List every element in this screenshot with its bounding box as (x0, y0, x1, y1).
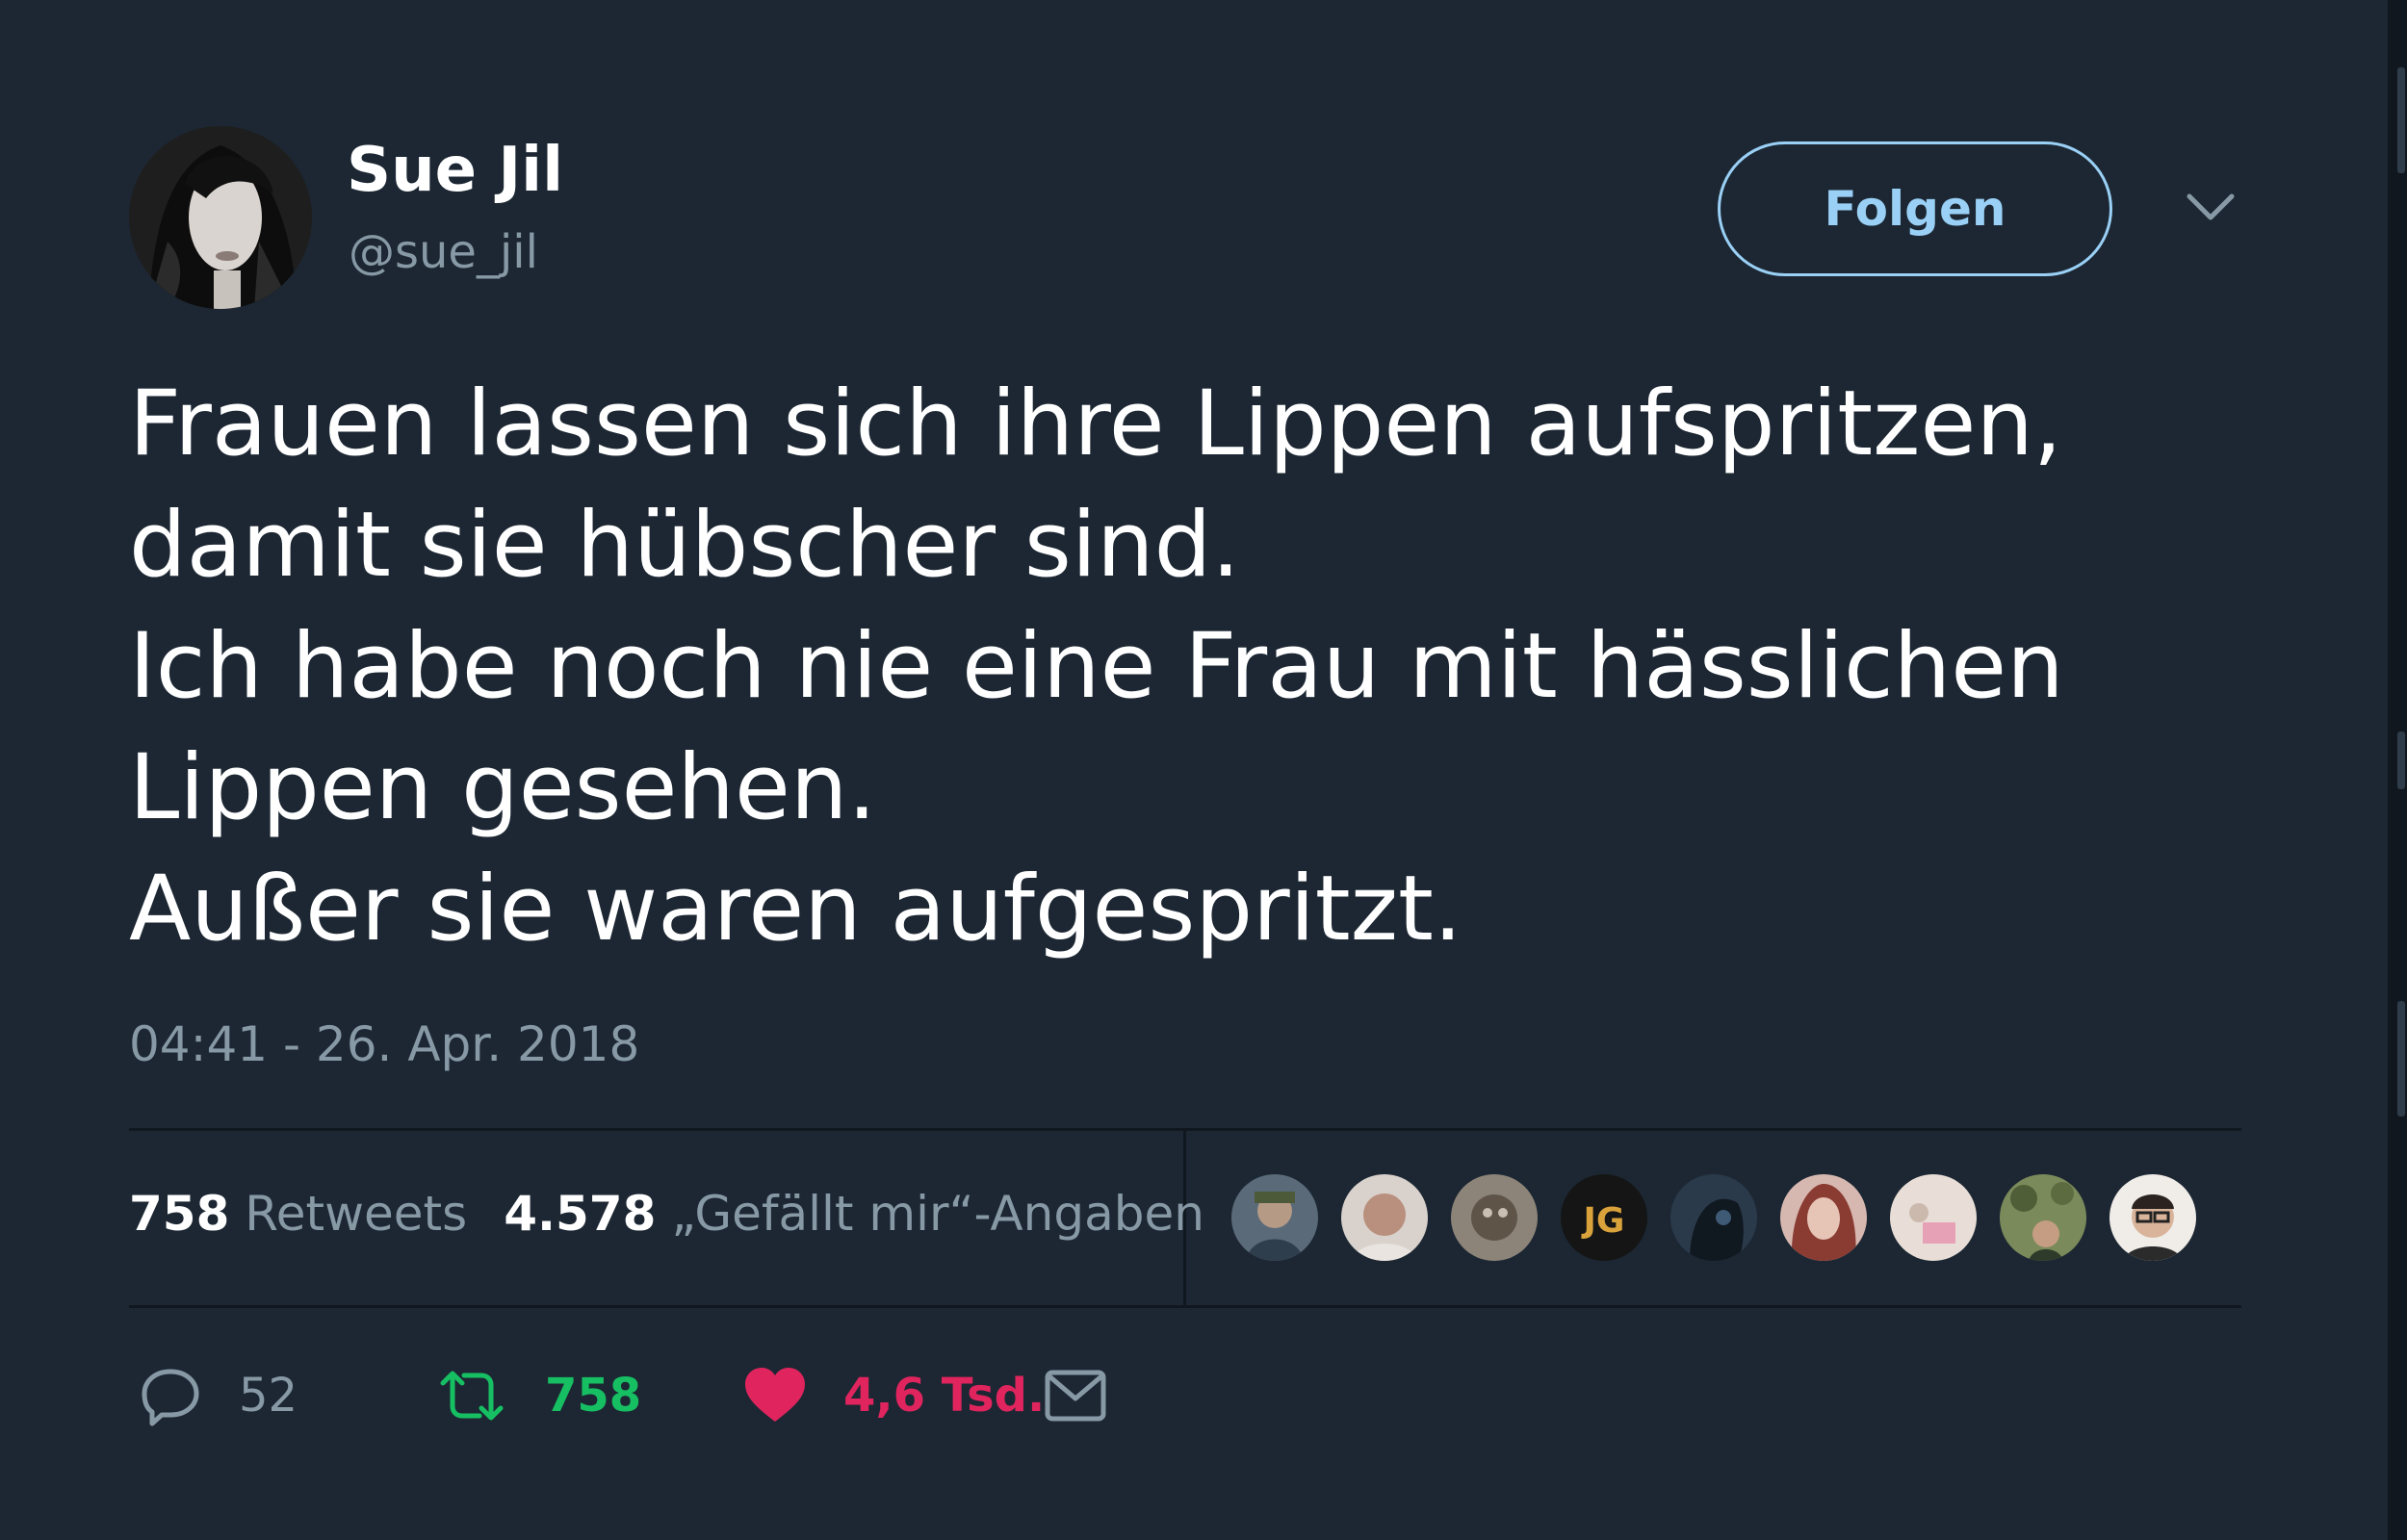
liker-avatar[interactable] (1229, 1171, 1321, 1264)
envelope-icon (1044, 1368, 1107, 1424)
direct-message-button[interactable] (1044, 1357, 1107, 1434)
tweet-text-line: Ich habe noch nie eine Frau mit hässlich… (129, 614, 2064, 719)
author-avatar[interactable] (129, 126, 312, 309)
likes-stat[interactable]: 4.578 „Gefällt mir“-Angaben (504, 1186, 1204, 1242)
liker-avatar[interactable] (1668, 1171, 1760, 1264)
author-display-name[interactable]: Sue Jil (347, 135, 563, 206)
liker-avatar[interactable] (1887, 1171, 1980, 1264)
liker-avatars: JG (1229, 1171, 2216, 1266)
liker-avatar[interactable] (1448, 1171, 1540, 1264)
reply-button[interactable]: 52 (139, 1357, 298, 1434)
divider (129, 1305, 2241, 1308)
retweets-label: Retweets (245, 1186, 468, 1242)
tweet-text-line: damit sie hübscher sind. (129, 493, 1241, 598)
likes-count: 4.578 (504, 1186, 657, 1242)
retweet-icon (435, 1364, 508, 1427)
retweet-count: 758 (545, 1369, 642, 1423)
like-button[interactable]: 4,6 Tsd. (743, 1357, 1045, 1434)
heart-icon (743, 1366, 807, 1425)
retweets-count: 758 (129, 1186, 230, 1242)
liker-avatar[interactable]: JG (1558, 1171, 1650, 1264)
author-handle[interactable]: @sue_jil (349, 225, 538, 279)
retweets-stat[interactable]: 758 Retweets (129, 1186, 467, 1242)
tweet-text-line: Frauen lassen sich ihre Lippen aufspritz… (129, 372, 2062, 476)
chevron-down-icon[interactable] (2184, 189, 2238, 227)
liker-avatar[interactable] (1997, 1171, 2089, 1264)
liker-avatar[interactable] (1777, 1171, 1870, 1264)
reply-count: 52 (239, 1369, 298, 1423)
tweet-text: Frauen lassen sich ihre Lippen aufspritz… (129, 364, 2295, 970)
liker-avatar[interactable] (2107, 1171, 2199, 1264)
likes-label: „Gefällt mir“-Angaben (671, 1186, 1204, 1242)
tweet-card: Sue Jil @sue_jil Folgen Frauen lassen si… (0, 0, 2394, 1540)
like-count: 4,6 Tsd. (843, 1369, 1046, 1423)
page: Sue Jil @sue_jil Folgen Frauen lassen si… (0, 0, 2407, 1540)
svg-text:JG: JG (1581, 1201, 1625, 1241)
follow-button[interactable]: Folgen (1718, 141, 2112, 276)
tweet-text-line: Lippen gesehen. (129, 735, 877, 840)
tweet-timestamp[interactable]: 04:41 - 26. Apr. 2018 (129, 1016, 639, 1072)
reply-icon (139, 1364, 202, 1427)
tweet-text-line: Außer sie waren aufgespritzt. (129, 857, 1462, 962)
tweet-stats: 758 Retweets 4.578 „Gefällt mir“-Angaben (129, 1186, 1204, 1242)
background-timeline-edge (2394, 0, 2407, 1540)
retweet-button[interactable]: 758 (435, 1357, 641, 1434)
liker-avatar[interactable] (1338, 1171, 1431, 1264)
